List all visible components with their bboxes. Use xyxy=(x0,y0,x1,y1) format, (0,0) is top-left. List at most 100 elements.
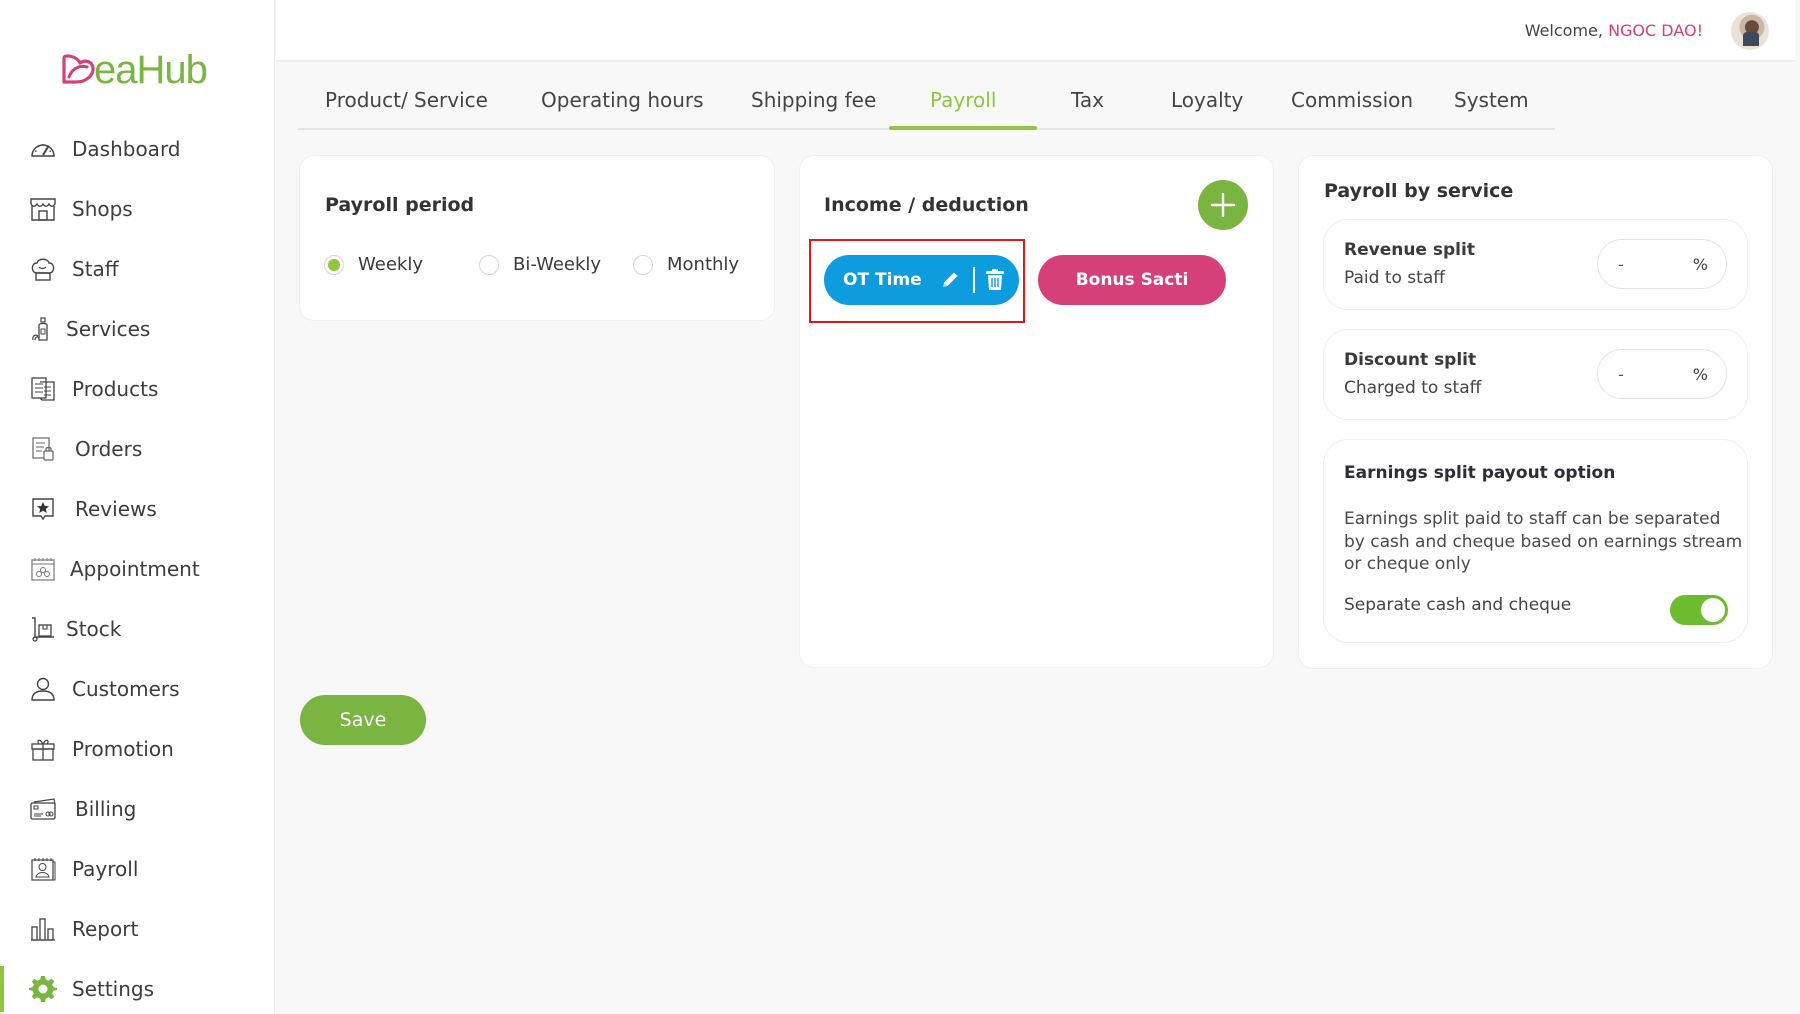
brand-wordmark: eaHub xyxy=(94,48,208,92)
sidebar-item-products[interactable]: Products xyxy=(0,366,275,412)
sidebar-item-services[interactable]: Services xyxy=(0,306,275,352)
star-review-icon xyxy=(28,494,58,524)
tab-payroll[interactable]: Payroll xyxy=(930,88,996,112)
radio-label: Bi-Weekly xyxy=(513,254,602,275)
discount-split-subtitle: Charged to staff xyxy=(1344,378,1482,398)
sidebar-item-label: Appointment xyxy=(70,557,200,581)
sidebar-item-label: Settings xyxy=(72,977,155,1001)
radio-bi-weekly[interactable]: Bi-Weekly xyxy=(479,254,601,275)
trash-icon[interactable] xyxy=(984,268,1006,292)
gauge-icon xyxy=(28,134,58,164)
sidebar-item-dashboard[interactable]: Dashboard xyxy=(0,126,275,172)
tab-commission[interactable]: Commission xyxy=(1291,88,1413,112)
add-income-deduction-button[interactable] xyxy=(1198,180,1248,230)
pencil-icon[interactable] xyxy=(939,269,961,291)
user-name[interactable]: NGOC DAO! xyxy=(1608,21,1703,40)
sidebar-item-settings[interactable]: Settings xyxy=(0,966,275,1012)
save-button[interactable]: Save xyxy=(300,695,426,745)
radio-weekly[interactable]: Weekly xyxy=(324,254,423,275)
heart-logo-icon xyxy=(62,54,95,84)
input-value: - xyxy=(1618,364,1624,384)
sidebar-item-billing[interactable]: Billing xyxy=(0,786,275,832)
percent-unit: % xyxy=(1692,254,1708,274)
welcome-prefix: Welcome, xyxy=(1524,21,1609,40)
tab-operating-hours[interactable]: Operating hours xyxy=(541,88,704,112)
calendar-flower-icon xyxy=(28,554,58,584)
plus-icon xyxy=(1210,192,1236,218)
sidebar-item-label: Customers xyxy=(72,677,180,701)
document-list-icon xyxy=(28,374,58,404)
revenue-split-card: Revenue split Paid to staff - % xyxy=(1324,220,1747,309)
income-deduction-card xyxy=(800,156,1273,667)
sidebar-item-label: Reviews xyxy=(75,497,157,521)
sidebar-item-shops[interactable]: Shops xyxy=(0,186,275,232)
sidebar-item-report[interactable]: Report xyxy=(0,906,275,952)
chip-label: OT Time xyxy=(843,270,922,290)
user-icon xyxy=(28,674,58,704)
radio-dot[interactable] xyxy=(479,254,499,275)
input-value: - xyxy=(1618,254,1624,274)
payroll-period-title: Payroll period xyxy=(325,194,475,216)
description-line: or cheque only xyxy=(1344,554,1471,574)
tab-product-service[interactable]: Product/ Service xyxy=(325,88,488,112)
income-deduction-title: Income / deduction xyxy=(824,194,1029,216)
hand-truck-icon xyxy=(28,614,58,644)
revenue-split-input[interactable]: - % xyxy=(1597,239,1727,289)
discount-split-title: Discount split xyxy=(1344,350,1477,370)
sidebar-item-appointment[interactable]: Appointment xyxy=(0,546,275,592)
radio-label: Monthly xyxy=(667,254,740,275)
sidebar-item-label: Billing xyxy=(75,797,137,821)
spa-bottle-icon xyxy=(28,314,58,344)
radio-monthly[interactable]: Monthly xyxy=(633,254,739,275)
sidebar-item-promotion[interactable]: Promotion xyxy=(0,726,275,772)
sidebar-item-stock[interactable]: Stock xyxy=(0,606,275,652)
gift-icon xyxy=(28,734,58,764)
top-header: Welcome, NGOC DAO! xyxy=(276,0,1795,62)
avatar[interactable] xyxy=(1731,12,1769,50)
sidebar: eaHub Dashboard Shops Staff Services Pro… xyxy=(0,0,275,1014)
sidebar-item-customers[interactable]: Customers xyxy=(0,666,275,712)
sidebar-item-label: Dashboard xyxy=(72,137,181,161)
credit-card-icon xyxy=(28,794,58,824)
separate-cash-cheque-label: Separate cash and cheque xyxy=(1344,595,1572,615)
earnings-split-title: Earnings split payout option xyxy=(1344,463,1616,483)
active-tab-indicator xyxy=(889,126,1037,130)
sidebar-item-payroll[interactable]: Payroll xyxy=(0,846,275,892)
revenue-split-title: Revenue split xyxy=(1344,240,1475,260)
sidebar-item-orders[interactable]: Orders xyxy=(0,426,275,472)
gear-icon xyxy=(28,974,58,1004)
chef-hat-icon xyxy=(28,254,58,284)
sidebar-item-label: Payroll xyxy=(72,857,139,881)
sidebar-item-label: Shops xyxy=(72,197,133,221)
percent-unit: % xyxy=(1692,364,1708,384)
order-bag-icon xyxy=(28,434,58,464)
income-chip-bonus-sacti[interactable]: Bonus Sacti xyxy=(1038,255,1226,305)
sidebar-item-label: Products xyxy=(72,377,159,401)
brand-logo[interactable]: eaHub xyxy=(60,48,208,92)
tab-shipping-fee[interactable]: Shipping fee xyxy=(751,88,876,112)
sidebar-item-label: Services xyxy=(66,317,151,341)
income-chip-ot-time[interactable]: OT Time xyxy=(824,255,1019,305)
sidebar-item-label: Stock xyxy=(66,617,122,641)
tab-loyalty[interactable]: Loyalty xyxy=(1171,88,1243,112)
payroll-period-card xyxy=(300,156,774,320)
sidebar-item-staff[interactable]: Staff xyxy=(0,246,275,292)
description-line: by cash and cheque based on earnings str… xyxy=(1344,531,1743,552)
description-line: Earnings split paid to staff can be sepa… xyxy=(1344,509,1721,529)
discount-split-input[interactable]: - % xyxy=(1597,349,1727,399)
tab-system[interactable]: System xyxy=(1454,88,1529,112)
sidebar-item-label: Promotion xyxy=(72,737,174,761)
settings-tabs: Product/ Service Operating hours Shippin… xyxy=(298,82,1555,130)
welcome-message: Welcome, NGOC DAO! xyxy=(1525,21,1703,40)
radio-label: Weekly xyxy=(358,254,423,275)
radio-dot[interactable] xyxy=(633,254,653,275)
earnings-split-description: Earnings split paid to staff can be sepa… xyxy=(1344,508,1742,576)
radio-dot-checked[interactable] xyxy=(324,254,344,275)
tab-tax[interactable]: Tax xyxy=(1071,88,1104,112)
payroll-by-service-title: Payroll by service xyxy=(1324,180,1514,202)
bar-chart-icon xyxy=(28,914,58,944)
revenue-split-subtitle: Paid to staff xyxy=(1344,268,1445,288)
separate-cash-cheque-toggle[interactable] xyxy=(1670,595,1728,625)
sidebar-item-reviews[interactable]: Reviews xyxy=(0,486,275,532)
sidebar-item-label: Report xyxy=(72,917,139,941)
